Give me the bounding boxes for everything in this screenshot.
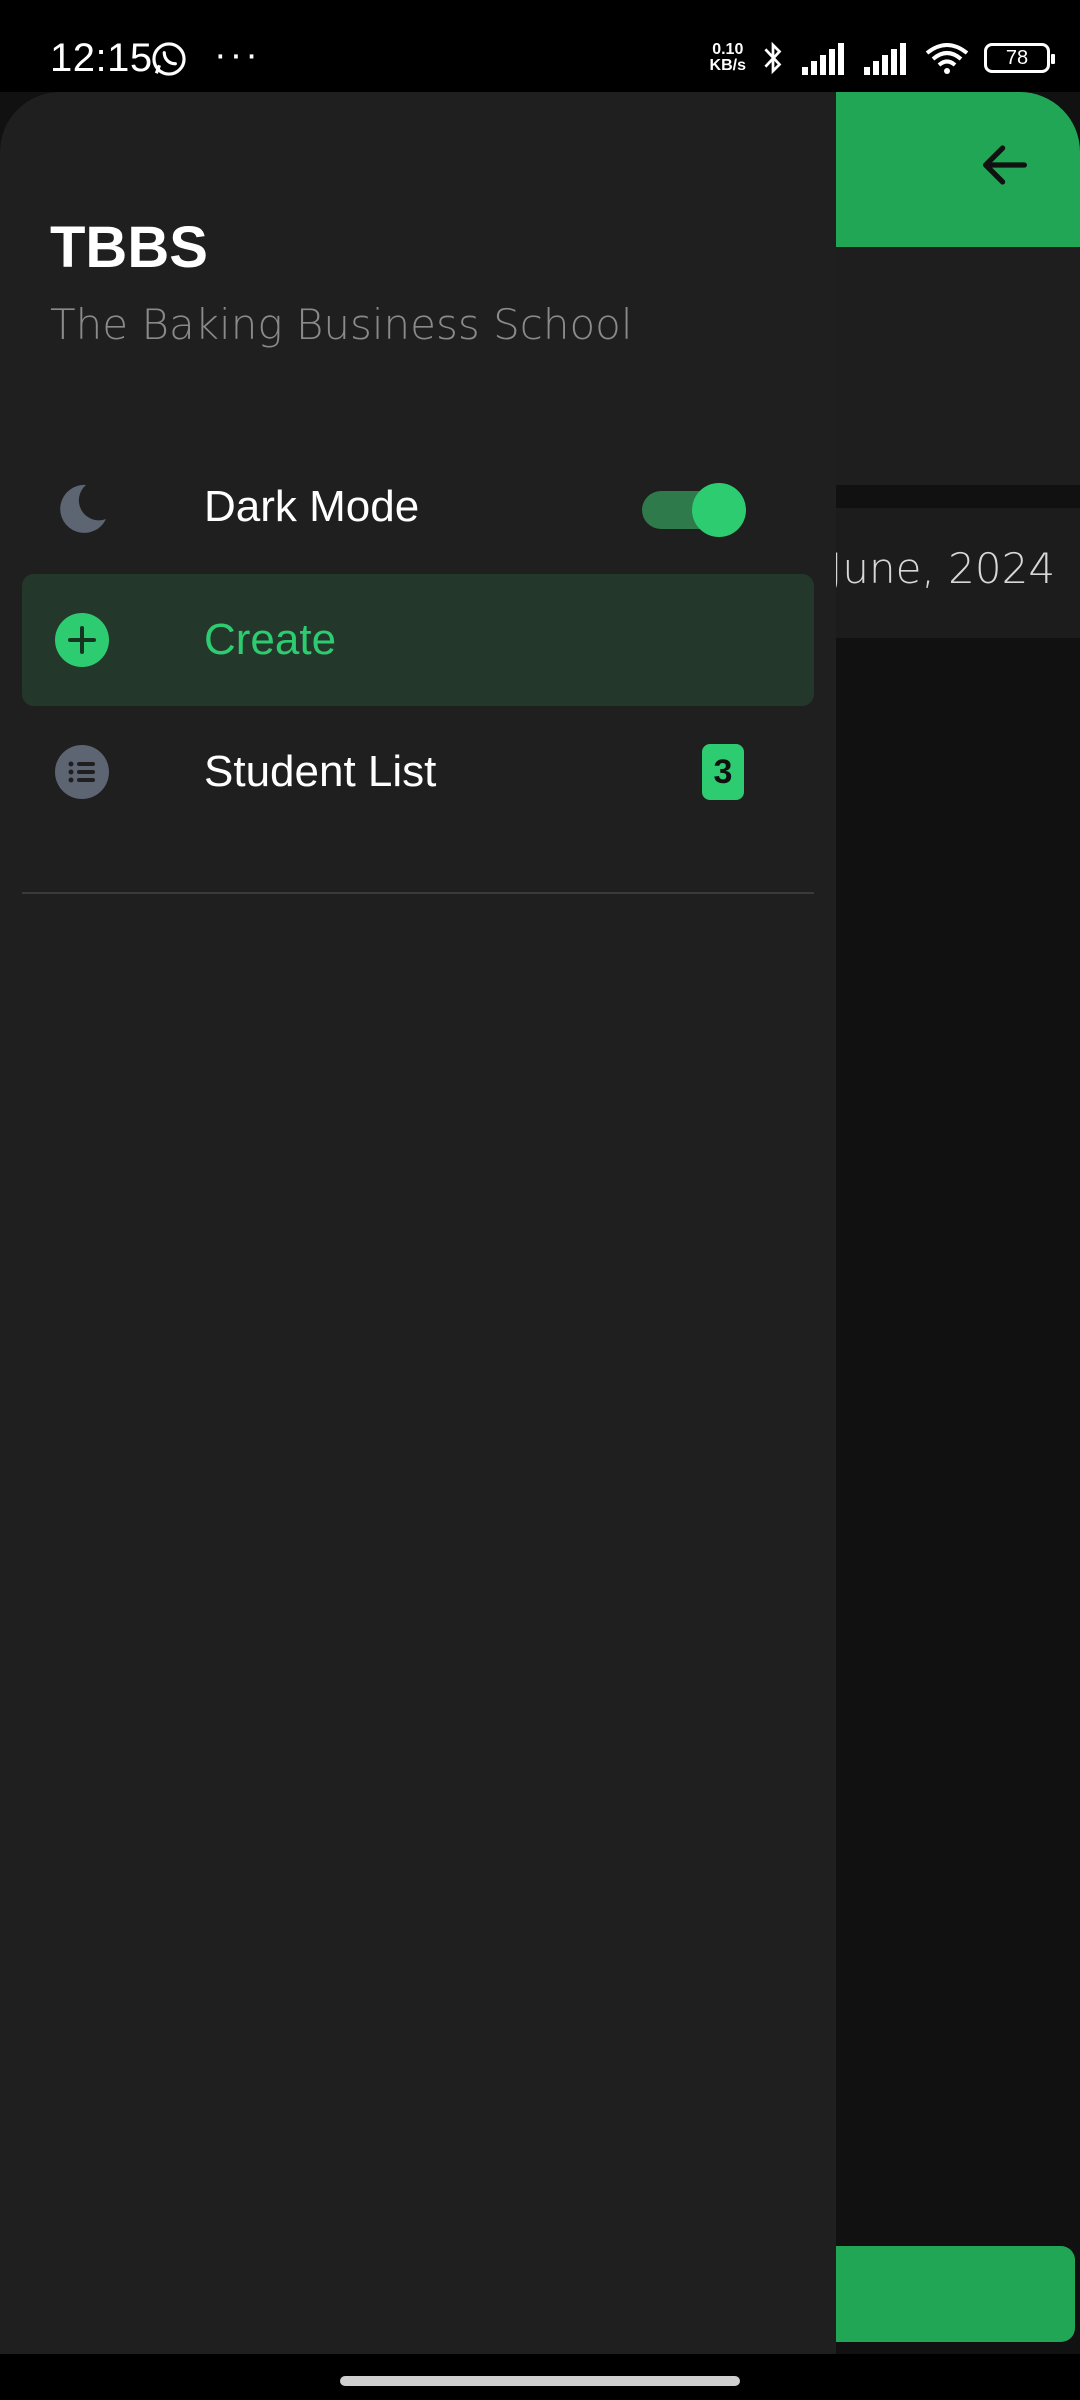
status-bar: 12:15 ··· 0.10 KB/s 78 [0,0,1080,92]
network-speed-value: 0.10 [712,41,744,58]
drawer-item-label: Student List [204,747,437,796]
moon-icon [60,484,106,533]
navigation-drawer: TBBS The Baking Business School Dark Mod… [0,92,836,2354]
drawer-divider [22,892,814,894]
list-icon [55,745,109,799]
more-notifications-icon: ··· [214,34,261,76]
home-gesture-handle[interactable] [340,2376,740,2386]
drawer-item-create[interactable]: Create [22,574,814,706]
status-time: 12:15 [50,36,153,80]
toggle-knob [692,483,746,537]
network-speed-unit: KB/s [709,57,746,74]
drawer-item-dark-mode[interactable]: Dark Mode [22,441,814,573]
drawer-item-student-list[interactable]: Student List 3 [22,706,814,838]
background-panel [800,247,1080,485]
whatsapp-icon [152,42,186,76]
background-header [800,92,1080,247]
student-count-badge: 3 [702,744,744,800]
background-action-button[interactable] [800,2246,1075,2342]
back-arrow-icon[interactable] [976,136,1034,194]
signal-icon-2 [864,43,906,75]
network-speed: 0.10 KB/s [710,42,746,74]
dark-mode-toggle[interactable] [642,483,746,537]
battery-icon: 78 [984,43,1055,73]
drawer-title: TBBS [50,215,208,280]
drawer-item-label: Create [204,615,337,664]
status-right: 0.10 KB/s 78 [710,38,1055,78]
system-nav-bar [0,2354,1080,2400]
background-date: June, 2024 [830,544,1056,593]
wifi-icon [925,43,969,74]
drawer-subtitle: The Baking Business School [50,300,633,349]
screen: 12:15 ··· 0.10 KB/s 78 June, 2024 TBBS T… [0,0,1080,2400]
bluetooth-icon [764,41,782,75]
signal-icon [802,43,844,75]
drawer-item-label: Dark Mode [204,482,420,531]
plus-circle-icon [55,613,109,667]
